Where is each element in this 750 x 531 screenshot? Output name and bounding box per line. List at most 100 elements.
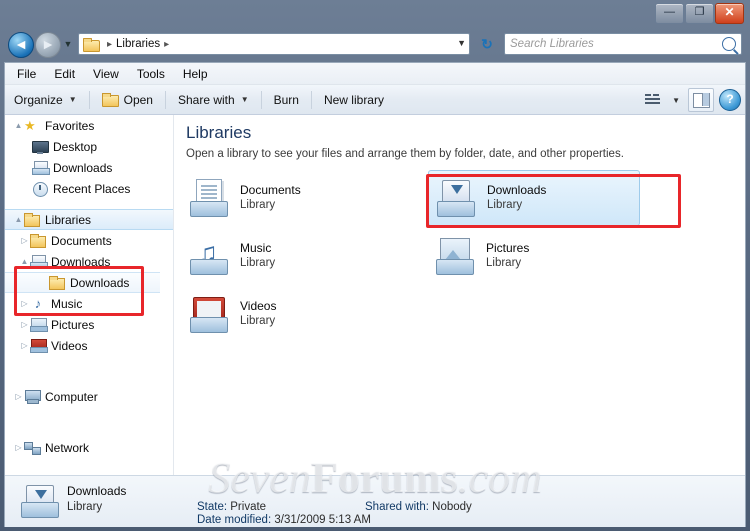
minimize-button[interactable]: — <box>655 3 684 24</box>
organize-button[interactable]: Organize ▼ <box>5 89 86 111</box>
twisty-icon[interactable]: ▲ <box>19 257 30 266</box>
twisty-icon[interactable]: ▷ <box>19 236 30 245</box>
sidebar-item-documents-library[interactable]: ▷ Documents <box>5 230 173 251</box>
tile-label: Pictures Library <box>486 241 529 271</box>
library-tray <box>436 259 474 275</box>
sidebar-item-music-library[interactable]: ▷ ♪ Music <box>5 293 173 314</box>
sidebar-item-downloads-library[interactable]: ▲ Downloads <box>5 251 173 272</box>
sidebar-item-label: Documents <box>51 233 112 248</box>
share-with-button[interactable]: Share with ▼ <box>169 89 258 111</box>
music-library-icon: ♪ <box>34 295 42 311</box>
tile-name: Documents <box>240 183 301 197</box>
sidebar-item-label: Downloads <box>51 254 111 269</box>
sidebar-item-videos-library[interactable]: ▷ Videos <box>5 335 173 356</box>
share-with-label: Share with <box>177 92 235 107</box>
videos-library-icon <box>188 293 230 335</box>
refresh-button[interactable]: ↻ <box>476 34 498 54</box>
library-tray <box>21 502 59 518</box>
tile-type: Library <box>240 315 276 327</box>
twisty-icon[interactable]: ▲ <box>13 121 24 130</box>
twisty-icon[interactable]: ▷ <box>19 320 30 329</box>
menu-bar: File Edit View Tools Help <box>5 63 745 85</box>
address-field[interactable]: ▸ Libraries ▸ ▼ <box>78 33 470 55</box>
command-bar: Organize ▼ Open Share with ▼ Burn New li… <box>5 85 745 115</box>
music-library-icon: ♫ <box>188 235 230 277</box>
close-button[interactable]: ✕ <box>715 3 744 24</box>
tile-type: Library <box>486 257 522 269</box>
open-button[interactable]: Open <box>93 89 162 111</box>
folder-icon <box>83 37 100 52</box>
sidebar-item-desktop[interactable]: Desktop <box>5 136 173 157</box>
tile-label: Downloads Library <box>487 183 546 213</box>
sidebar-item-label: Music <box>51 296 83 311</box>
downloads-library-icon <box>19 482 59 520</box>
menu-view[interactable]: View <box>93 67 119 81</box>
search-icon <box>722 37 736 51</box>
library-tile-downloads[interactable]: Downloads Library <box>428 170 640 226</box>
toolbar-right-group: ▼ ? <box>642 88 741 112</box>
file-list-pane[interactable]: Libraries Open a library to see your fil… <box>174 115 745 475</box>
twisty-icon[interactable]: ▷ <box>13 392 24 401</box>
back-button[interactable]: ◄ <box>8 32 34 58</box>
twisty-icon[interactable]: ▷ <box>13 443 24 452</box>
sidebar-item-downloads-folder[interactable]: Downloads <box>5 272 160 293</box>
recent-places-icon <box>32 181 48 197</box>
details-modified-value: 3/31/2009 5:13 AM <box>274 514 371 526</box>
sidebar-item-recent-places[interactable]: Recent Places <box>5 178 173 199</box>
view-chevron-down-icon[interactable]: ▼ <box>672 96 680 105</box>
computer-icon <box>24 389 41 404</box>
forward-button[interactable]: ► <box>35 32 61 58</box>
library-tray <box>190 201 228 217</box>
help-button[interactable]: ? <box>719 89 741 111</box>
maximize-button[interactable]: ❐ <box>685 3 714 24</box>
library-tile-documents[interactable]: Documents Library <box>182 170 394 226</box>
library-tray <box>190 259 228 275</box>
twisty-icon[interactable]: ▷ <box>19 299 30 308</box>
tile-label: Documents Library <box>240 183 301 213</box>
sidebar-item-label: Network <box>45 440 90 455</box>
sidebar-item-label: Pictures <box>51 317 95 332</box>
menu-file[interactable]: File <box>17 67 36 81</box>
search-input[interactable]: Search Libraries <box>504 33 742 55</box>
sidebar-item-downloads-favorite[interactable]: Downloads <box>5 157 173 178</box>
details-state-value: Private <box>230 501 267 513</box>
videos-library-icon <box>30 338 48 353</box>
folder-open-icon <box>101 93 119 107</box>
menu-help[interactable]: Help <box>183 67 208 81</box>
change-view-button[interactable] <box>642 89 664 111</box>
library-tile-pictures[interactable]: Pictures Library <box>428 228 640 284</box>
navigation-pane[interactable]: ▲ ★ Favorites Desktop Downloads Recent P… <box>5 115 174 475</box>
recent-pages-dropdown[interactable]: ▼ <box>62 38 74 50</box>
menu-edit[interactable]: Edit <box>54 67 75 81</box>
preview-pane-button[interactable] <box>688 88 714 112</box>
library-tile-videos[interactable]: Videos Library <box>182 286 394 342</box>
tile-type: Library <box>487 199 523 211</box>
view-list-icon <box>645 94 661 106</box>
tile-label: Music Library <box>240 241 275 271</box>
desktop-icon <box>32 140 49 154</box>
sidebar-item-network[interactable]: ▷ Network <box>5 437 173 458</box>
tile-name: Music <box>240 241 272 255</box>
sidebar-item-pictures-library[interactable]: ▷ Pictures <box>5 314 173 335</box>
sidebar-item-computer[interactable]: ▷ Computer <box>5 386 173 407</box>
library-tile-music[interactable]: ♫ Music Library <box>182 228 394 284</box>
sidebar-item-libraries[interactable]: ▲ Libraries <box>5 209 173 230</box>
tile-type: Library <box>240 257 276 269</box>
burn-button[interactable]: Burn <box>265 89 308 111</box>
sidebar-item-label: Desktop <box>53 139 98 154</box>
pictures-library-icon <box>30 317 48 332</box>
sidebar-item-favorites[interactable]: ▲ ★ Favorites <box>5 115 173 136</box>
breadcrumb-separator-trailing[interactable]: ▸ <box>164 39 169 50</box>
downloads-library-icon <box>30 254 48 269</box>
pictures-library-icon <box>434 235 476 277</box>
breadcrumb-libraries[interactable]: Libraries <box>116 38 160 50</box>
toolbar-separator <box>88 90 90 109</box>
twisty-icon[interactable]: ▷ <box>19 341 30 350</box>
twisty-icon[interactable]: ▲ <box>13 215 24 224</box>
details-shared-value: Nobody <box>432 501 472 513</box>
menu-tools[interactable]: Tools <box>137 67 165 81</box>
new-library-button[interactable]: New library <box>315 89 393 111</box>
address-dropdown-icon[interactable]: ▼ <box>457 38 466 48</box>
details-state-label: State: <box>197 501 228 513</box>
